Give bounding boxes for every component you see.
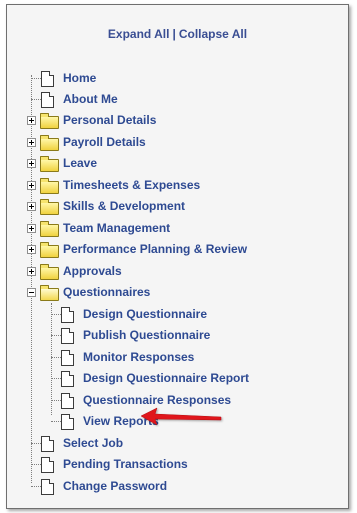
expand-toggle[interactable]	[27, 181, 36, 190]
page-icon	[41, 479, 54, 495]
collapse-all-link[interactable]: Collapse All	[179, 27, 247, 41]
tree-item-label: Design Questionnaire Report	[83, 371, 250, 385]
page-icon	[41, 92, 54, 108]
tree-item-label: Design Questionnaire	[83, 307, 208, 321]
tree-item-label: Skills & Development	[63, 199, 186, 213]
page-icon	[41, 457, 54, 473]
folder-icon	[40, 242, 59, 258]
tree-item-label: Personal Details	[63, 113, 157, 127]
folder-icon	[40, 135, 59, 151]
folder-icon	[40, 199, 59, 215]
tree-item-label: Questionnaires	[63, 285, 151, 299]
expand-toggle[interactable]	[27, 138, 36, 147]
expand-toggle[interactable]	[27, 202, 36, 211]
collapse-toggle[interactable]	[27, 288, 36, 297]
open-folder-icon	[40, 285, 59, 301]
folder-icon	[40, 156, 59, 172]
navigation-panel: Expand All | Collapse All Home About Me Pe…	[6, 4, 349, 509]
page-icon	[61, 307, 74, 323]
expand-all-link[interactable]: Expand All	[108, 27, 170, 41]
tree-item-label: Approvals	[63, 264, 122, 278]
tree-item-label: Team Management	[63, 221, 171, 235]
expand-toggle[interactable]	[27, 267, 36, 276]
tree-item-label: Change Password	[63, 479, 168, 493]
page-icon	[61, 350, 74, 366]
folder-icon	[40, 221, 59, 237]
red-arrow-annotation-icon	[140, 407, 222, 426]
tree-item-label: About Me	[63, 92, 118, 106]
tree-item-label: Payroll Details	[63, 135, 146, 149]
expand-toggle[interactable]	[27, 245, 36, 254]
page-icon	[41, 436, 54, 452]
tree-item-label: Monitor Responses	[83, 350, 195, 364]
folder-icon	[40, 113, 59, 129]
folder-icon	[40, 264, 59, 280]
folder-icon	[40, 178, 59, 194]
page-icon	[61, 393, 74, 409]
expand-toggle[interactable]	[27, 224, 36, 233]
tree-item-label: Leave	[63, 156, 98, 170]
tree-item-label: Timesheets & Expenses	[63, 178, 201, 192]
separator: |	[172, 27, 176, 41]
page-icon	[61, 371, 74, 387]
page-icon	[61, 414, 74, 430]
tree-item-label: Publish Questionnaire	[83, 328, 211, 342]
tree-item-label: Pending Transactions	[63, 457, 188, 471]
expand-collapse-bar: Expand All | Collapse All	[7, 27, 348, 41]
tree-item-label: Performance Planning & Review	[63, 242, 248, 256]
tree-item-label: Select Job	[63, 436, 124, 450]
tree-item-label: Home	[63, 71, 97, 85]
page-icon	[61, 328, 74, 344]
page-icon	[41, 71, 54, 87]
expand-toggle[interactable]	[27, 159, 36, 168]
expand-toggle[interactable]	[27, 116, 36, 125]
